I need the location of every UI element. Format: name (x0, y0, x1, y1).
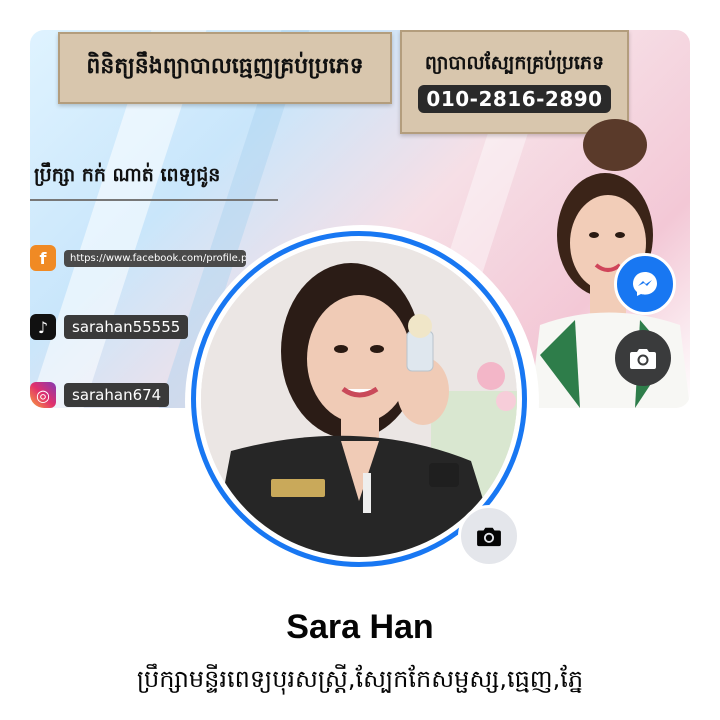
cover-phone: 010-2816-2890 (418, 85, 611, 113)
edit-cover-photo-button[interactable] (615, 330, 671, 386)
profile-bio: ប្រឹក្សាមន្ទីរពេទ្យបុរសស្ត្រី,ស្បែកកែសម្… (136, 665, 584, 693)
cover-banner-dental: ពិនិត្យនឹងព្យាបាលធ្មេញគ្រប់ប្រភេទ (58, 32, 392, 104)
facebook-icon: f (30, 245, 56, 271)
tiktok-icon: ♪ (30, 314, 56, 340)
cover-consult-text: ប្រឹក្សា កក់ ណាត់ ពេទ្យជូន (30, 155, 278, 201)
cover-facebook-row: f https://www.facebook.com/profile.php (30, 245, 246, 271)
cover-facebook-url: https://www.facebook.com/profile.php (64, 249, 246, 267)
camera-icon (477, 527, 501, 547)
profile-name: Sara Han (286, 608, 434, 646)
cover-tiktok-handle: sarahan55555 (64, 315, 189, 339)
cover-tiktok-row: ♪ sarahan55555 (30, 314, 189, 340)
camera-icon (630, 349, 656, 369)
messenger-button[interactable] (614, 253, 676, 315)
edit-profile-picture-button[interactable] (458, 505, 520, 567)
cover-banner-right-text: ព្យាបាលស្បែកគ្រប់ប្រភេទ (424, 52, 605, 74)
cover-instagram-row: ◎ sarahan674 (30, 382, 170, 408)
messenger-icon (633, 272, 657, 296)
instagram-icon: ◎ (30, 382, 56, 408)
cover-banner-text: ពិនិត្យនឹងព្យាបាលធ្មេញគ្រប់ប្រភេទ (86, 54, 364, 79)
cover-instagram-handle: sarahan674 (64, 383, 170, 407)
profile-picture[interactable] (201, 241, 517, 557)
profile-photo (201, 241, 517, 557)
